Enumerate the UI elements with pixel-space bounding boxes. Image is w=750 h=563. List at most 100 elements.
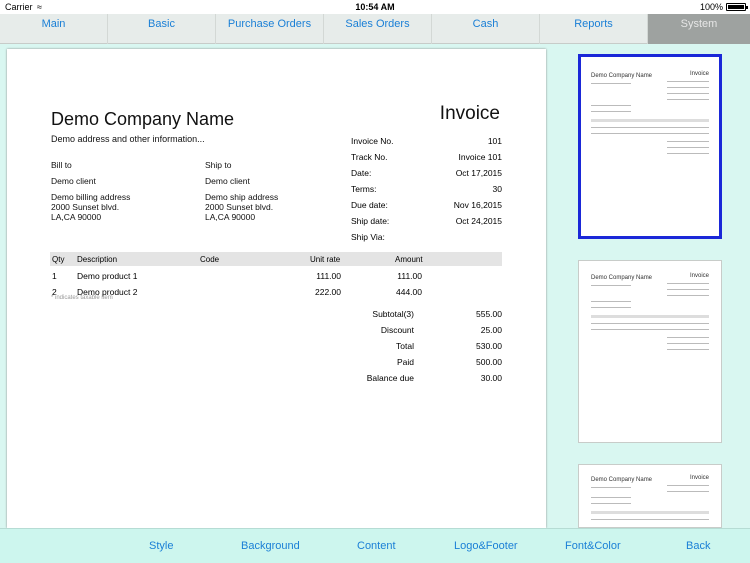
col-unit-rate: Unit rate [310,255,341,264]
thumb-line [667,337,709,338]
thumb-line [591,519,709,520]
thumb-line [591,133,709,134]
ship-to-address2: 2000 Sunset blvd. [205,202,274,212]
thumb-line [667,343,709,344]
thumb-line [591,127,709,128]
thumb-line [667,141,709,142]
thumb-line [667,153,709,154]
company-address: Demo address and other information... [51,134,205,144]
ship-to-address3: LA,CA 90000 [205,212,256,222]
total-value: 500.00 [476,357,502,367]
ship-to-name: Demo client [205,176,250,186]
battery-percent: 100% [699,2,723,12]
status-bar: Carrier ≈ 10:54 AM 100% [0,0,750,14]
template-thumbnail-2[interactable]: Demo Company Name Invoice [578,260,722,443]
logo-footer-button[interactable]: Logo&Footer [454,540,518,552]
battery-icon [726,3,748,11]
table-row: 1 Demo product 1 111.00 111.00 [50,268,502,282]
taxable-footnote: * indicates taxable item [51,295,113,301]
meta-value: Oct 24,2015 [455,216,502,226]
thumb-table-header [591,119,709,122]
bill-to-label: Bill to [51,160,72,170]
meta-value: Invoice 101 [458,152,502,162]
bottom-toolbar: Style Background Content Logo&Footer Fon… [0,528,750,563]
thumb-company-name: Demo Company Name [591,73,653,79]
template-thumbnail-3[interactable]: Demo Company Name Invoice [578,464,722,528]
thumb-line [591,323,709,324]
cell-amount: 111.00 [397,271,422,281]
table-row: 2 Demo product 2 222.00 444.00 [50,284,502,298]
thumb-line [667,289,709,290]
tab-purchase-orders[interactable]: Purchase Orders [216,14,324,44]
thumb-line [667,349,709,350]
meta-label: Date: [351,168,372,178]
thumb-invoice-title: Invoice [689,475,709,481]
thumb-line [591,497,631,498]
bill-to-name: Demo client [51,176,96,186]
thumb-company-name: Demo Company Name [591,275,653,281]
thumb-line [591,111,631,112]
font-color-button[interactable]: Font&Color [565,540,621,552]
tab-reports[interactable]: Reports [540,14,648,44]
thumb-line [667,87,709,88]
template-thumbnail-1[interactable]: Demo Company Name Invoice [578,54,722,239]
style-button[interactable]: Style [149,540,173,552]
meta-value: Oct 17,2015 [455,168,502,178]
thumb-line [591,301,631,302]
col-description: Description [77,255,118,264]
thumb-line [667,81,709,82]
thumb-line [667,283,709,284]
thumb-line [591,487,631,488]
tab-system[interactable]: System [648,14,750,44]
tab-cash[interactable]: Cash [432,14,540,44]
tab-basic[interactable]: Basic [108,14,216,44]
meta-value: Nov 16,2015 [453,200,502,210]
bill-to-address3: LA,CA 90000 [51,212,102,222]
total-value: 25.00 [480,325,502,335]
total-label: Balance due [366,373,414,383]
content-button[interactable]: Content [357,540,396,552]
back-button[interactable]: Back [686,540,710,552]
thumb-line [667,295,709,296]
thumb-invoice-title: Invoice [689,71,709,77]
thumb-line [591,105,631,106]
ship-to-label: Ship to [205,160,232,170]
col-qty: Qty [52,255,65,264]
thumb-line [591,285,631,286]
col-amount: Amount [395,255,423,264]
total-label: Total [396,341,414,351]
ship-to-address1: Demo ship address [205,192,279,202]
thumb-line [667,93,709,94]
thumb-line [667,485,709,486]
cell-unit-rate: 111.00 [316,271,341,281]
thumb-line [667,147,709,148]
total-label: Discount [380,325,414,335]
bill-to-address2: 2000 Sunset blvd. [51,202,120,212]
meta-label: Terms: [351,184,377,194]
invoice-preview: Demo Company Name Demo address and other… [7,49,546,528]
cell-amount: 444.00 [396,287,422,297]
meta-label: Ship Via: [351,232,385,242]
meta-label: Ship date: [351,216,390,226]
cell-description: Demo product 1 [77,271,138,281]
top-nav: Main Basic Purchase Orders Sales Orders … [0,14,750,44]
meta-label: Invoice No. [351,136,394,146]
company-name: Demo Company Name [51,109,235,129]
thumb-line [591,329,709,330]
meta-label: Due date: [351,200,388,210]
total-value: 30.00 [480,373,502,383]
total-label: Paid [396,357,414,367]
invoice-title: Invoice [439,103,500,124]
tab-main[interactable]: Main [0,14,108,44]
background-button[interactable]: Background [241,540,300,552]
tab-sales-orders[interactable]: Sales Orders [324,14,432,44]
thumb-company-name: Demo Company Name [591,477,653,483]
clock: 10:54 AM [355,2,395,12]
total-label: Subtotal(3) [372,309,414,319]
cell-unit-rate: 222.00 [315,287,341,297]
thumb-table-header [591,315,709,318]
thumb-table-header [591,511,709,514]
meta-value: 101 [487,136,502,146]
thumb-line [667,491,709,492]
thumb-line [591,307,631,308]
